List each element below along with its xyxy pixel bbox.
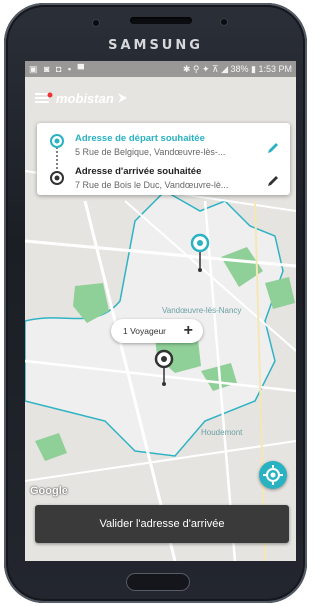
- arrival-title: Adresse d'arrivée souhaitée: [75, 166, 202, 177]
- app-screen: ▣ ◙ ◘ ▪ ▀ ✱ ⚲ ✦ ⊼ ◢ 38% ▮ 1:53 PM mobist…: [25, 61, 296, 561]
- front-camera: [221, 19, 227, 25]
- status-indicators: ✱ ⚲ ✦ ⊼ ◢ 38% ▮ 1:53 PM: [182, 64, 292, 74]
- logo-text: mobistan: [56, 90, 114, 106]
- proximity-sensor: [93, 20, 99, 26]
- route-connector: [50, 134, 64, 185]
- locate-me-button[interactable]: [259, 461, 287, 489]
- departure-row[interactable]: Adresse de départ souhaitée 5 Rue de Bel…: [75, 133, 264, 157]
- traveler-selector[interactable]: 1 Voyageur +: [111, 319, 203, 343]
- validate-arrival-button[interactable]: Valider l'adresse d'arrivée: [35, 505, 289, 543]
- map-label-district: Houdemont: [201, 428, 243, 437]
- arrival-row[interactable]: Adresse d'arrivée souhaitée 7 Rue de Boi…: [75, 166, 264, 190]
- pin-arrival-icon: [50, 171, 64, 185]
- map-attribution: Google: [30, 485, 68, 497]
- pin-departure-icon: [50, 134, 64, 148]
- home-button[interactable]: [126, 573, 190, 591]
- device-brand: SAMSUNG: [108, 38, 203, 53]
- arrival-address: 7 Rue de Bois le Duc, Vandœuvre-lè...: [75, 180, 229, 190]
- arrow-logo-icon: [117, 93, 127, 103]
- departure-title: Adresse de départ souhaitée: [75, 133, 205, 144]
- notification-icons: ▣ ◙ ◘ ▪ ▀: [29, 64, 86, 74]
- edit-arrival-pencil-icon[interactable]: [266, 174, 280, 188]
- app-logo[interactable]: mobistan: [35, 87, 130, 109]
- traveler-count: 1 Voyageur: [123, 326, 167, 336]
- menu-icon[interactable]: [35, 92, 53, 104]
- departure-address: 5 Rue de Belgique, Vandœuvre-lès-...: [75, 147, 226, 157]
- speaker-grille: [130, 17, 192, 24]
- edit-departure-pencil-icon[interactable]: [266, 141, 280, 155]
- locate-icon: [263, 465, 283, 485]
- status-bar: ▣ ◙ ◘ ▪ ▀ ✱ ⚲ ✦ ⊼ ◢ 38% ▮ 1:53 PM: [25, 61, 296, 77]
- phone-frame: SAMSUNG ▣ ◙ ◘ ▪ ▀ ✱ ⚲ ✦ ⊼ ◢ 38% ▮ 1:53 P…: [4, 3, 307, 603]
- map-label-city: Vandœuvre-lès-Nancy: [162, 306, 242, 315]
- add-traveler-button[interactable]: +: [184, 323, 193, 339]
- route-card: Adresse de départ souhaitée 5 Rue de Bel…: [37, 123, 290, 195]
